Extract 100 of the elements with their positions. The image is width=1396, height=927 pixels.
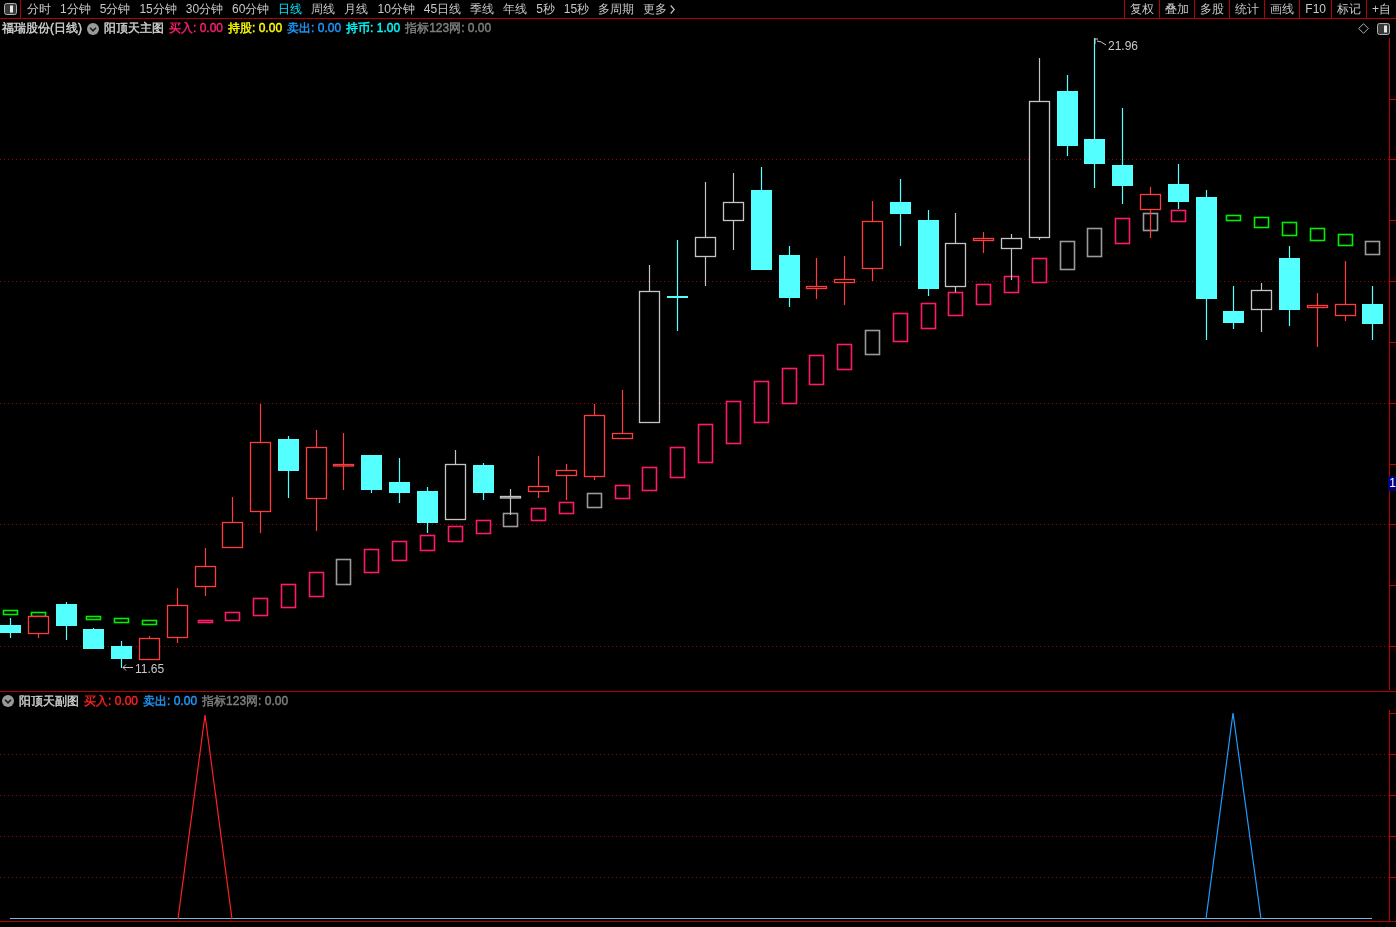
signal-marker: [1281, 221, 1298, 237]
signal-marker: [363, 548, 380, 574]
period-tab[interactable]: 分时: [27, 1, 51, 17]
toolbar-button[interactable]: 复权: [1124, 0, 1160, 18]
indicator-readout: 卖出: 0.00: [287, 21, 342, 36]
stock-title: 福瑞股份(日线): [2, 21, 82, 36]
candlestick: [1139, 186, 1162, 239]
candlestick: [27, 615, 50, 639]
signal-marker: [1337, 233, 1354, 247]
candlestick: [1000, 233, 1023, 281]
sidebar-toggle-icon: [3, 3, 17, 15]
signal-marker: [419, 534, 436, 552]
signal-marker: [1114, 217, 1131, 245]
signal-marker: [1142, 212, 1159, 232]
toolbar-button[interactable]: 多股: [1194, 0, 1230, 18]
candlestick: [83, 627, 104, 650]
toolbar-button[interactable]: +自: [1366, 0, 1396, 18]
candlestick: [1334, 260, 1357, 322]
leader-arrow: [122, 664, 134, 671]
candlestick: [527, 455, 550, 499]
candlestick: [1362, 285, 1383, 341]
candlestick: [972, 231, 995, 254]
period-tab[interactable]: 45日线: [423, 1, 462, 17]
candlestick: [1168, 163, 1189, 210]
candlestick: [499, 488, 522, 516]
signal-marker: [447, 525, 464, 543]
candlestick: [56, 601, 77, 641]
toolbar-button[interactable]: 画线: [1264, 0, 1300, 18]
more-button[interactable]: 更多: [643, 1, 676, 17]
candlestick: [417, 486, 438, 534]
candlestick: [1223, 285, 1244, 330]
period-tab[interactable]: 10分钟: [377, 1, 415, 17]
signal-marker: [197, 619, 214, 624]
period-tab[interactable]: 5分钟: [99, 1, 131, 17]
period-tab[interactable]: 15秒: [563, 1, 590, 17]
signal-marker: [920, 302, 937, 330]
diamond-icon[interactable]: [1358, 23, 1369, 34]
signal-marker: [641, 466, 658, 492]
chevron-down-icon[interactable]: [2, 695, 14, 707]
signal-marker: [781, 367, 798, 405]
signal-marker: [836, 343, 853, 371]
period-tab[interactable]: 15分钟: [139, 1, 177, 17]
toolbar-button[interactable]: 标记: [1331, 0, 1366, 18]
candlestick: [444, 449, 467, 521]
leader-line: [1094, 38, 1107, 46]
signal-marker: [558, 501, 575, 515]
candlestick: [833, 255, 856, 306]
price-label: 11.65: [135, 662, 165, 676]
period-tab[interactable]: 5秒: [536, 1, 555, 17]
signal-marker: [85, 615, 102, 621]
signal-marker: [669, 446, 686, 479]
signal-marker: [725, 400, 742, 445]
candlestick: [389, 457, 410, 504]
signal-marker: [280, 583, 297, 609]
period-tab[interactable]: 周线: [311, 1, 336, 17]
chevron-right-icon: [670, 4, 676, 14]
signal-marker: [502, 512, 519, 528]
candlestick: [473, 462, 494, 501]
toolbar-button[interactable]: 统计: [1229, 0, 1265, 18]
candlestick: [611, 389, 634, 440]
candlestick: [805, 257, 828, 300]
chevron-down-icon[interactable]: [87, 22, 99, 35]
signal-marker: [1225, 214, 1242, 222]
period-tab[interactable]: 季线: [470, 1, 495, 17]
toolbar-button[interactable]: F10: [1299, 0, 1331, 18]
signal-marker: [1309, 227, 1326, 242]
period-tab[interactable]: 1分钟: [60, 1, 91, 17]
period-tab[interactable]: 日线: [278, 1, 303, 17]
indicator-readout: 买入: 0.00: [169, 21, 224, 36]
candlestick: [1306, 292, 1329, 348]
signal-marker: [975, 283, 992, 306]
indicator-readout: 买入: 0.00: [84, 693, 139, 709]
signal-marker: [475, 519, 492, 535]
panel-toggle-icon[interactable]: [1377, 22, 1390, 35]
period-tab[interactable]: 月线: [344, 1, 369, 17]
signal-marker: [113, 617, 130, 624]
price-marker: 1: [1388, 476, 1396, 491]
signal-marker: [1253, 216, 1270, 229]
indicator-readout: 卖出: 0.00: [143, 693, 198, 709]
signal-marker: [586, 492, 603, 509]
period-tab[interactable]: 60分钟: [232, 1, 270, 17]
signal-marker: [1059, 240, 1076, 271]
candlestick: [221, 496, 244, 549]
indicator-readout: 持币: 1.00: [346, 21, 401, 36]
signal-marker: [391, 540, 408, 562]
signal-marker: [697, 423, 714, 464]
period-tab[interactable]: 30分钟: [185, 1, 224, 17]
candlestick: [278, 435, 299, 499]
candlestick: [0, 617, 21, 639]
signal-marker: [614, 484, 631, 500]
toolbar-button[interactable]: 叠加: [1159, 0, 1195, 18]
candlestick: [555, 463, 578, 501]
signal-marker: [1170, 209, 1187, 223]
period-tab[interactable]: 年线: [503, 1, 528, 17]
indicator-name: 阳顶天副图: [19, 693, 79, 709]
candlestick: [1250, 282, 1273, 333]
signal-marker: [808, 354, 825, 386]
indicator-name: 阳顶天主图: [104, 21, 164, 36]
period-tab[interactable]: 多周期: [598, 1, 635, 17]
candlestick: [194, 547, 217, 597]
